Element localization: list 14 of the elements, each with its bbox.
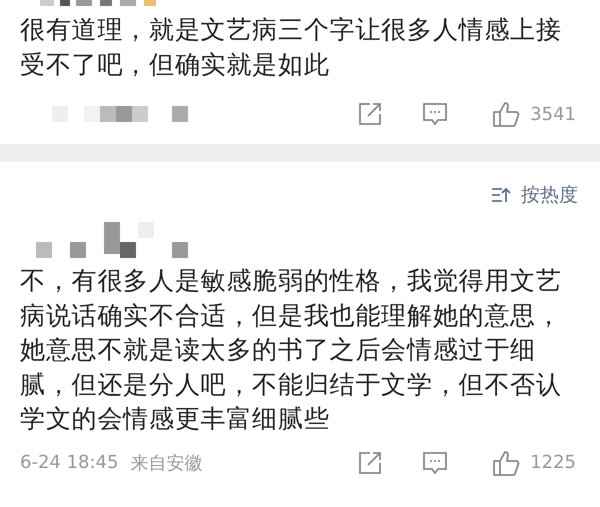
comment-source: 来自安徽 — [130, 452, 202, 474]
thumbs-up-icon[interactable] — [492, 100, 520, 128]
like-count: 3541 — [530, 104, 576, 124]
share-icon[interactable] — [358, 102, 382, 126]
share-icon[interactable] — [358, 450, 382, 474]
thumbs-up-icon[interactable] — [492, 448, 520, 476]
comment-text: 很有道理，就是文艺病三个字让很多人情感上接受不了吧，但确实就是如此 — [19, 14, 563, 81]
sort-button[interactable]: 按热度 — [491, 182, 578, 208]
sort-icon — [491, 186, 511, 204]
comment-text: 不，有很多人是敏感脆弱的性格，我觉得用文艺病说话确实不合适，但是我也能理解她的意思，她意思不就是读太多的书了之后会情感过于细腻，但还是分人吧，不能归结于文学，但不否认学文的会情感更丰富细腻些 — [19, 265, 563, 435]
like-count: 1225 — [530, 452, 576, 473]
comment-icon[interactable] — [422, 450, 448, 476]
comment-time: 6-24 18:45 — [20, 452, 118, 473]
comment-icon[interactable] — [422, 101, 448, 127]
